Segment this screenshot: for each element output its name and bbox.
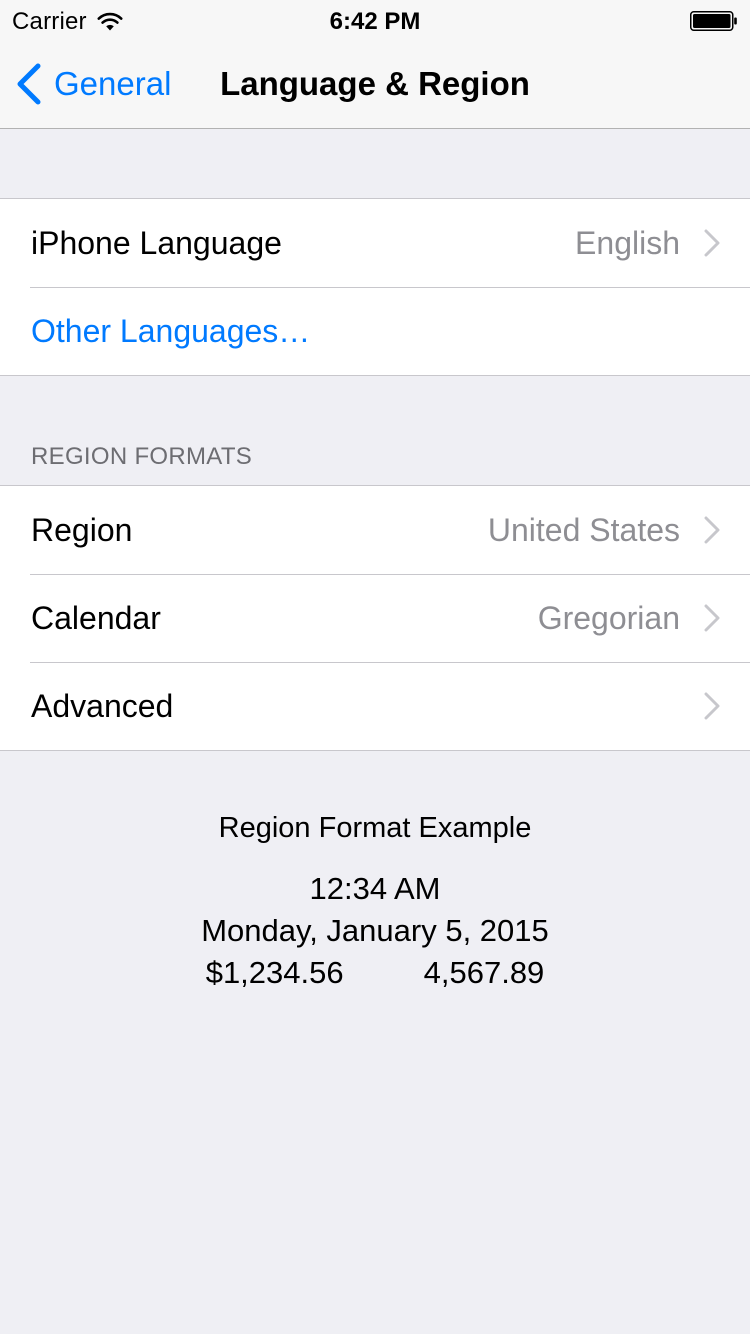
region-formats-group: Region United States Calendar Gregorian … [0,485,750,751]
page-title: Language & Region [220,65,530,102]
advanced-label: Advanced [31,687,174,724]
status-time: 6:42 PM [329,8,421,35]
iphone-language-label: iPhone Language [31,224,282,261]
region-row[interactable]: Region United States [0,486,750,574]
chevron-right-icon [704,692,720,720]
chevron-right-icon [704,604,720,632]
region-formats-header: REGION FORMATS [31,443,253,470]
region-value: United States [487,511,680,548]
language-group: iPhone Language English Other Languages… [0,198,750,376]
example-number: 4,567.89 [423,955,545,990]
example-title: Region Format Example [218,812,532,844]
iphone-language-value: English [575,224,680,261]
region-format-example: Region Format Example 12:34 AM Monday, J… [0,810,750,992]
navigation-bar: General Language & Region [0,40,750,129]
chevron-right-icon [704,229,720,257]
iphone-language-row[interactable]: iPhone Language English [0,199,750,287]
other-languages-label: Other Languages… [31,312,311,349]
calendar-row[interactable]: Calendar Gregorian [0,574,750,662]
calendar-value: Gregorian [537,599,680,636]
other-languages-row[interactable]: Other Languages… [0,287,750,375]
battery-icon [690,11,737,31]
calendar-label: Calendar [31,599,161,636]
example-numbers: $1,234.56 4,567.89 [0,954,750,992]
advanced-row[interactable]: Advanced [0,662,750,750]
status-bar: Carrier 6:42 PM [0,0,750,40]
region-label: Region [31,511,133,548]
example-currency: $1,234.56 [205,955,344,990]
example-time: 12:34 AM [309,871,441,906]
chevron-right-icon [704,516,720,544]
example-date: Monday, January 5, 2015 [201,913,549,948]
